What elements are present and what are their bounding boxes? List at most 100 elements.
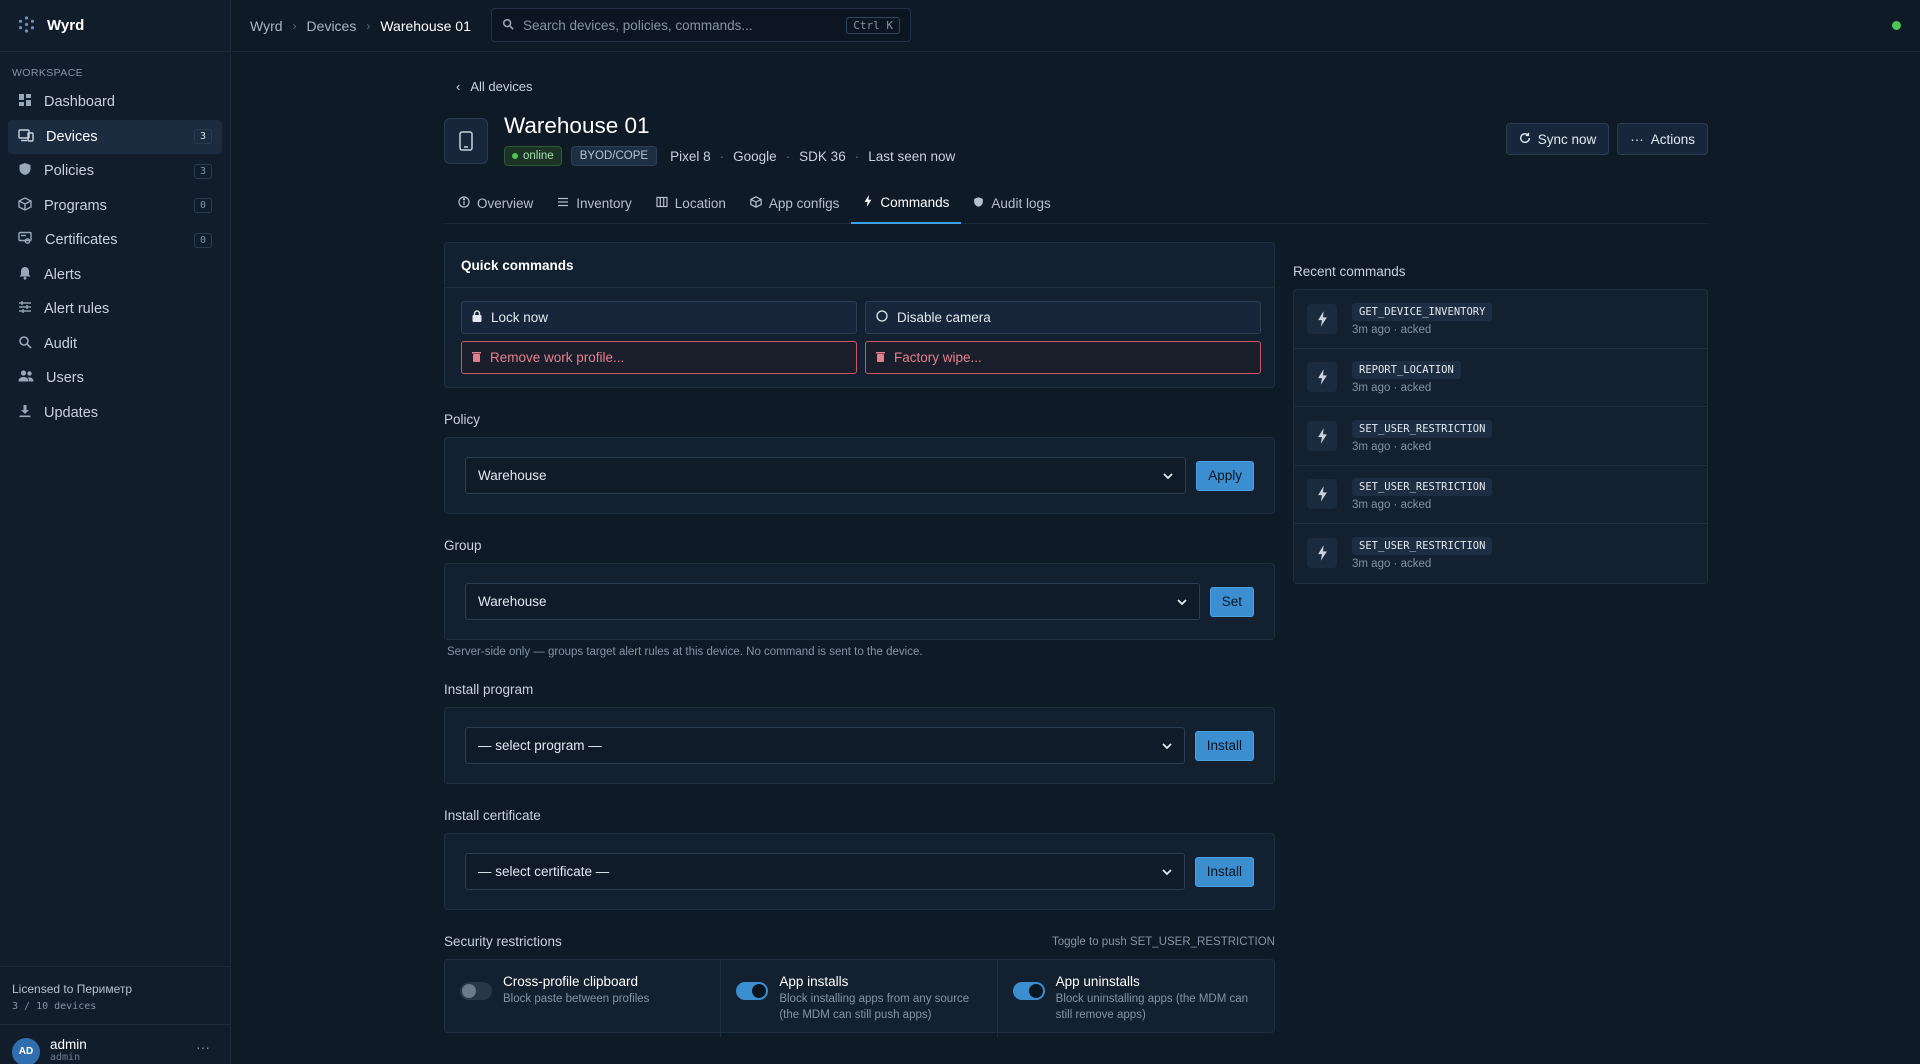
cross-profile-clipboard-switch[interactable]: [460, 982, 492, 1000]
mode-badge: BYOD/COPE: [570, 146, 658, 166]
command-meta: 3m ago · acked: [1352, 499, 1432, 512]
policies-count-badge: 3: [193, 163, 212, 179]
app-uninstalls-switch[interactable]: [1012, 982, 1045, 1000]
chevron-down-icon: [1163, 468, 1173, 483]
factory-wipe-button[interactable]: Factory wipe...: [865, 341, 1261, 374]
search-icon: [502, 17, 514, 33]
command-code: GET_DEVICE_INVENTORY: [1352, 302, 1493, 321]
set-group-button[interactable]: Set: [1209, 586, 1254, 617]
search-input[interactable]: [523, 17, 838, 33]
brand[interactable]: Wyrd: [0, 0, 230, 52]
sidebar-item-alert-rules[interactable]: Alert rules: [8, 292, 222, 326]
commands-panel: Quick commands Lock now Disable camera R…: [444, 242, 1275, 1037]
sync-now-button[interactable]: Sync now: [1505, 123, 1610, 155]
policy-select-value: Warehouse: [478, 468, 547, 483]
search-bar[interactable]: Ctrl K: [491, 8, 911, 42]
user-name: admin: [50, 1036, 87, 1052]
tab-label: Commands: [880, 194, 950, 210]
list-item[interactable]: SET_USER_RESTRICTION 3m ago · acked: [1294, 524, 1707, 583]
actions-label: Actions: [1650, 131, 1695, 147]
tab-label: Location: [674, 195, 726, 211]
phone-icon: [444, 118, 488, 164]
security-restrictions-card: Cross-profile clipboard Block paste betw…: [444, 959, 1275, 1037]
sliders-icon: [18, 300, 32, 318]
group-label: Group: [444, 538, 482, 553]
license-info: Licensed to Периметр 3 / 10 devices: [0, 966, 230, 1024]
avatar: AD: [12, 1037, 40, 1064]
user-menu[interactable]: AD admin admin ···: [0, 1024, 230, 1064]
sidebar-item-label: Users: [46, 370, 84, 386]
bolt-icon: [1307, 479, 1337, 510]
list-item[interactable]: REPORT_LOCATION 3m ago · acked: [1294, 349, 1707, 407]
sidebar-item-label: Programs: [44, 197, 107, 214]
device-manufacturer: Google: [733, 148, 777, 164]
more-icon: ···: [1630, 131, 1644, 147]
install-certificate-card: — select certificate — Install: [444, 833, 1275, 910]
page-title: Warehouse 01: [504, 113, 650, 138]
list-item[interactable]: GET_DEVICE_INVENTORY 3m ago · acked: [1294, 290, 1707, 349]
breadcrumb-item-devices[interactable]: Devices: [307, 18, 357, 34]
apply-policy-button[interactable]: Apply: [1196, 460, 1254, 491]
tab-overview[interactable]: Overview: [446, 182, 545, 224]
tab-app-configs[interactable]: App configs: [738, 182, 852, 224]
policy-card: Warehouse Apply: [444, 437, 1275, 514]
toggle-cross-profile-clipboard: Cross-profile clipboard Block paste betw…: [445, 960, 722, 1037]
toggle-title: App uninstalls: [1055, 974, 1140, 989]
users-icon: [18, 369, 34, 387]
sidebar-item-alerts[interactable]: Alerts: [8, 258, 222, 292]
circle-icon: [876, 310, 888, 325]
chevron-down-icon: [1177, 594, 1187, 609]
sidebar-item-devices[interactable]: Devices 3: [8, 119, 222, 154]
sidebar-item-programs[interactable]: Programs 0: [8, 189, 222, 223]
lock-now-button[interactable]: Lock now: [461, 301, 857, 334]
bolt-icon: [1307, 303, 1337, 334]
list-item[interactable]: SET_USER_RESTRICTION 3m ago · acked: [1294, 407, 1707, 466]
more-icon[interactable]: ···: [196, 1039, 210, 1055]
bolt-icon: [1307, 538, 1337, 569]
map-icon: [656, 196, 668, 211]
sidebar-item-label: Devices: [46, 128, 98, 145]
toggle-app-uninstalls: App uninstalls Block uninstalling apps (…: [998, 960, 1274, 1037]
sidebar-item-dashboard[interactable]: Dashboard: [8, 85, 222, 119]
command-code: SET_USER_RESTRICTION: [1352, 537, 1493, 556]
tab-commands[interactable]: Commands: [851, 182, 962, 224]
policy-select[interactable]: Warehouse: [465, 457, 1187, 494]
install-program-label: Install program: [444, 682, 534, 697]
workspace-label: WORKSPACE: [12, 67, 84, 79]
lock-now-label: Lock now: [491, 310, 549, 325]
shield-icon: [973, 196, 984, 211]
tab-audit-logs[interactable]: Audit logs: [961, 182, 1062, 224]
tab-inventory[interactable]: Inventory: [545, 182, 644, 224]
install-certificate-button[interactable]: Install: [1194, 856, 1254, 887]
group-card: Warehouse Set: [444, 563, 1275, 640]
actions-button[interactable]: ··· Actions: [1617, 123, 1708, 155]
command-meta: 3m ago · acked: [1352, 323, 1432, 336]
install-program-button[interactable]: Install: [1194, 730, 1254, 761]
sidebar-item-updates[interactable]: Updates: [8, 396, 222, 430]
command-meta: 3m ago · acked: [1352, 440, 1432, 453]
tab-label: App configs: [768, 195, 840, 211]
remove-work-profile-button[interactable]: Remove work profile...: [461, 341, 857, 374]
toggle-app-installs: App installs Block installing apps from …: [721, 960, 998, 1037]
program-select[interactable]: — select program —: [465, 727, 1185, 764]
disable-camera-button[interactable]: Disable camera: [865, 301, 1261, 334]
certificate-select-value: — select certificate —: [478, 864, 610, 879]
back-link-label: All devices: [470, 79, 533, 94]
brand-name: Wyrd: [47, 17, 85, 34]
sidebar-item-policies[interactable]: Policies 3: [8, 154, 222, 188]
sidebar-nav: Dashboard Devices 3 Policies 3 Programs …: [0, 85, 230, 430]
certificate-select[interactable]: — select certificate —: [465, 853, 1185, 890]
breadcrumb-item-wyrd[interactable]: Wyrd: [250, 18, 283, 34]
quick-commands-title: Quick commands: [445, 243, 1274, 288]
disable-camera-label: Disable camera: [897, 310, 991, 325]
sidebar-item-audit[interactable]: Audit: [8, 327, 222, 361]
toggle-description: Block installing apps from any source (t…: [779, 993, 970, 1021]
chevron-right-icon: ›: [366, 18, 371, 33]
app-installs-switch[interactable]: [736, 982, 769, 1000]
sidebar-item-users[interactable]: Users: [8, 361, 222, 395]
back-link[interactable]: ‹ All devices: [456, 79, 532, 94]
tab-location[interactable]: Location: [644, 182, 738, 224]
sidebar-item-certificates[interactable]: Certificates 0: [8, 223, 222, 257]
group-select[interactable]: Warehouse: [465, 583, 1200, 620]
list-item[interactable]: SET_USER_RESTRICTION 3m ago · acked: [1294, 466, 1707, 524]
